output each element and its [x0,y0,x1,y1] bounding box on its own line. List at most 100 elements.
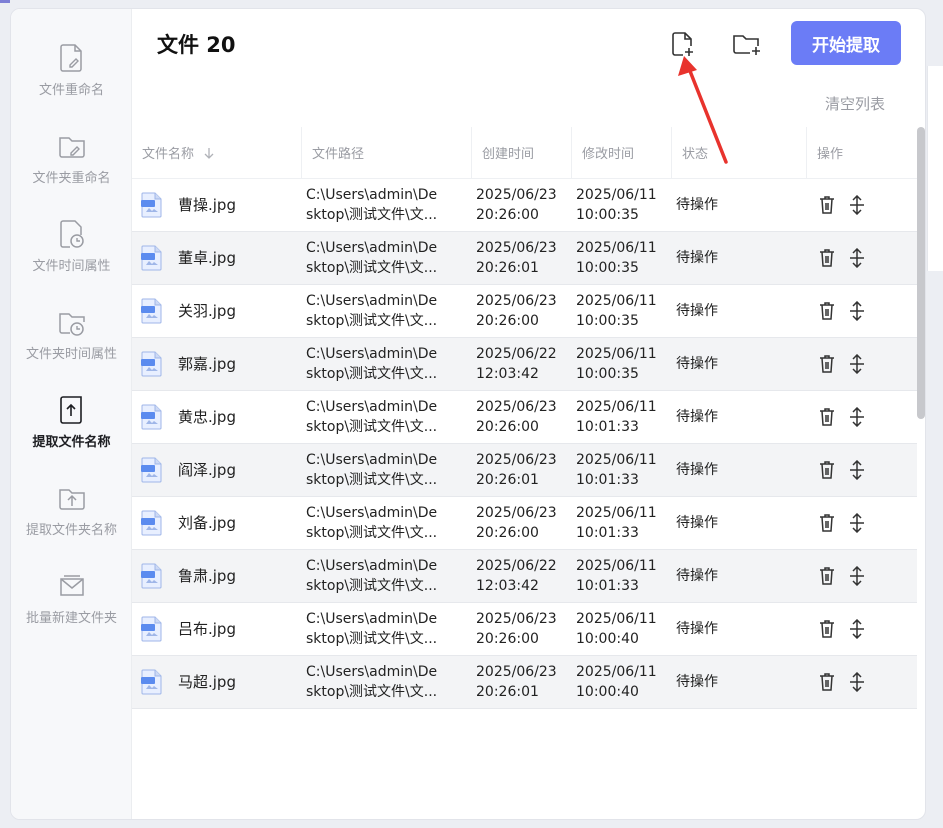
modified-date: 2025/06/11 [576,346,657,362]
sidebar-item-file-time[interactable]: 文件时间属性 [11,215,132,295]
table-row[interactable]: 马超.jpg C:\Users\admin\De sktop\测试文件\文...… [132,656,917,709]
created-date: 2025/06/22 [476,558,557,574]
drag-handle[interactable] [847,354,867,374]
drag-handle[interactable] [847,248,867,268]
file-name: 吕布.jpg [178,620,236,638]
table-row[interactable]: 郭嘉.jpg C:\Users\admin\De sktop\测试文件\文...… [132,338,917,391]
created-time-cell: 2025/06/23 20:26:00 [472,185,572,225]
created-clock: 12:03:42 [476,366,539,382]
sidebar-item-file-rename[interactable]: 文件重命名 [11,39,132,119]
file-name: 马超.jpg [178,673,236,691]
created-clock: 20:26:00 [476,207,539,223]
jpg-file-icon [141,404,162,430]
table-row[interactable]: 董卓.jpg C:\Users\admin\De sktop\测试文件\文...… [132,232,917,285]
sidebar-item-batch-new-folder[interactable]: 批量新建文件夹 [11,567,132,647]
modified-clock: 10:01:33 [576,578,639,594]
table-row[interactable]: 鲁肃.jpg C:\Users\admin\De sktop\测试文件\文...… [132,550,917,603]
status-cell: 待操作 [676,674,718,690]
delete-button[interactable] [817,301,837,321]
table-scrollbar[interactable] [917,127,925,419]
drag-handle[interactable] [847,460,867,480]
table-row[interactable]: 吕布.jpg C:\Users\admin\De sktop\测试文件\文...… [132,603,917,656]
trash-icon [820,302,834,320]
sidebar-item-label: 文件重命名 [38,83,104,98]
sidebar-item-extract-folder-names[interactable]: 提取文件夹名称 [11,479,132,559]
table-row[interactable]: 曹操.jpg C:\Users\admin\De sktop\测试文件\文...… [132,179,917,232]
file-name: 董卓.jpg [178,249,236,267]
drag-handle[interactable] [847,301,867,321]
move-vertical-icon [850,672,864,692]
delete-button[interactable] [817,354,837,374]
modified-time-cell: 2025/06/11 10:00:40 [572,662,672,702]
file-path-cell: C:\Users\admin\De sktop\测试文件\文... [302,291,472,331]
file-name-cell: 刘备.jpg [132,510,302,536]
add-file-button[interactable] [665,27,701,63]
file-name: 郭嘉.jpg [178,355,236,373]
file-name-cell: 阎泽.jpg [132,457,302,483]
table-row[interactable]: 黄忠.jpg C:\Users\admin\De sktop\测试文件\文...… [132,391,917,444]
file-path-line: sktop\测试文件\文... [306,578,438,594]
file-name-cell: 董卓.jpg [132,245,302,271]
drag-handle[interactable] [847,566,867,586]
window-accent-mark [0,0,10,3]
delete-button[interactable] [817,460,837,480]
add-folder-button[interactable] [729,27,765,63]
actions-cell [807,354,917,374]
delete-button[interactable] [817,566,837,586]
created-date: 2025/06/23 [476,452,557,468]
created-clock: 20:26:01 [476,260,539,276]
column-header-path: 文件路径 [302,126,472,179]
page-title: 文件 20 [157,33,236,57]
modified-time-cell: 2025/06/11 10:00:35 [572,344,672,384]
clear-list-button[interactable]: 清空列表 [825,93,885,114]
file-name-cell: 曹操.jpg [132,192,302,218]
file-name-cell: 吕布.jpg [132,616,302,642]
modified-clock: 10:00:35 [576,366,639,382]
jpg-file-icon [141,351,162,377]
drag-handle[interactable] [847,619,867,639]
modified-date: 2025/06/11 [576,664,657,680]
jpg-file-icon [141,298,162,324]
column-header-name[interactable]: 文件名称 [132,126,302,179]
file-path-cell: C:\Users\admin\De sktop\测试文件\文... [302,450,472,490]
column-header-created: 创建时间 [472,126,572,179]
drag-handle[interactable] [847,195,867,215]
drag-handle[interactable] [847,407,867,427]
actions-cell [807,195,917,215]
file-name-cell: 黄忠.jpg [132,404,302,430]
drag-handle[interactable] [847,513,867,533]
table-row[interactable]: 刘备.jpg C:\Users\admin\De sktop\测试文件\文...… [132,497,917,550]
status-cell: 待操作 [676,250,718,266]
trash-icon [820,196,834,214]
jpg-file-icon [141,457,162,483]
file-name-cell: 关羽.jpg [132,298,302,324]
modified-time-cell: 2025/06/11 10:00:35 [572,185,672,225]
sidebar-item-folder-time[interactable]: 文件夹时间属性 [11,303,132,383]
modified-date: 2025/06/11 [576,240,657,256]
delete-button[interactable] [817,407,837,427]
delete-button[interactable] [817,513,837,533]
sidebar-item-extract-file-names[interactable]: 提取文件名称 [11,391,132,471]
modified-clock: 10:00:40 [576,631,639,647]
file-path-line: C:\Users\admin\De [306,240,438,256]
table-row[interactable]: 阎泽.jpg C:\Users\admin\De sktop\测试文件\文...… [132,444,917,497]
delete-button[interactable] [817,619,837,639]
drag-handle[interactable] [847,672,867,692]
created-time-cell: 2025/06/22 12:03:42 [472,344,572,384]
delete-button[interactable] [817,248,837,268]
sidebar-item-folder-rename[interactable]: 文件夹重命名 [11,127,132,207]
modified-time-cell: 2025/06/11 10:00:35 [572,238,672,278]
modified-time-cell: 2025/06/11 10:00:40 [572,609,672,649]
actions-cell [807,460,917,480]
file-path-line: C:\Users\admin\De [306,399,438,415]
actions-cell [807,407,917,427]
move-vertical-icon [850,407,864,427]
file-path-line: C:\Users\admin\De [306,558,438,574]
delete-button[interactable] [817,672,837,692]
delete-button[interactable] [817,195,837,215]
sidebar-item-label: 提取文件名称 [32,435,111,450]
file-path-line: C:\Users\admin\De [306,346,438,362]
start-extract-button[interactable]: 开始提取 [791,21,901,65]
file-path-line: sktop\测试文件\文... [306,472,438,488]
table-row[interactable]: 关羽.jpg C:\Users\admin\De sktop\测试文件\文...… [132,285,917,338]
